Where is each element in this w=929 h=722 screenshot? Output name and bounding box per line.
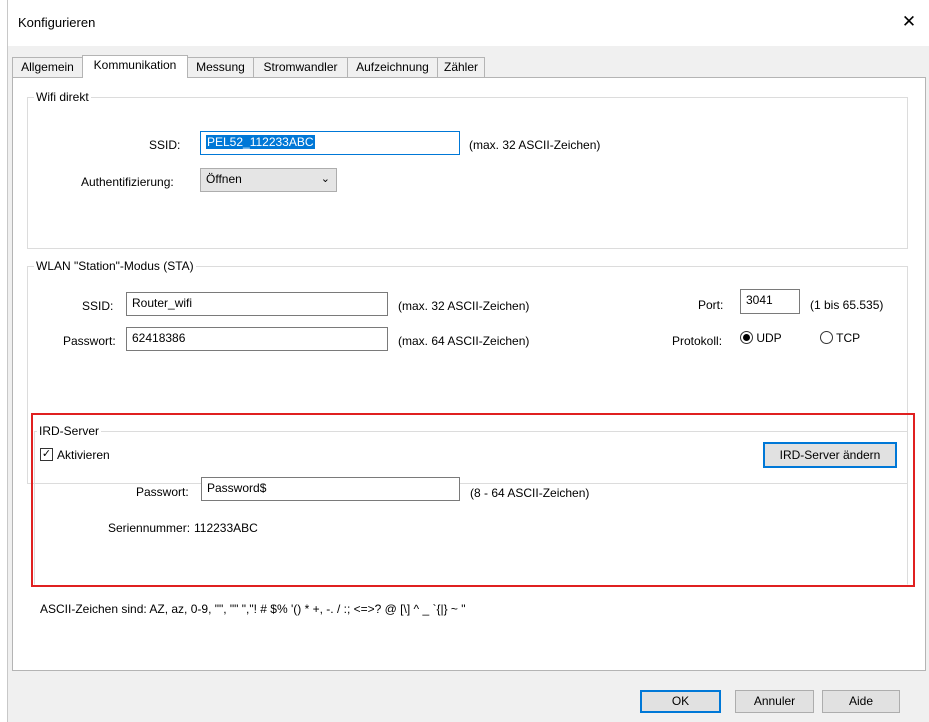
port-input[interactable]: 3041 <box>740 289 800 314</box>
radio-unselected-icon <box>820 331 833 344</box>
ird-password-input[interactable]: Password$ <box>201 477 460 501</box>
protocol-label: Protokoll: <box>672 334 723 348</box>
chevron-down-icon: ⌄ <box>320 173 330 185</box>
tcp-label: TCP <box>836 331 861 345</box>
auth-value: Öffnen <box>206 172 242 186</box>
sta-password-label: Passwort: <box>63 334 116 348</box>
close-icon[interactable]: ✕ <box>894 8 924 36</box>
serial-label: Seriennummer: <box>108 521 191 535</box>
port-hint: (1 bis 65.535) <box>810 298 884 312</box>
tab-panel-kommunikation: Wifi direkt SSID: PEL52_112233ABC (max. … <box>12 77 926 671</box>
cancel-button[interactable]: Annuler <box>735 690 814 713</box>
ascii-note: ASCII-Zeichen sind: AZ, az, 0-9, "", "" … <box>40 602 466 616</box>
ssid-selected-text: PEL52_112233ABC <box>206 135 315 149</box>
sta-ssid-input[interactable]: Router_wifi <box>126 292 388 316</box>
ird-password-hint: (8 - 64 ASCII-Zeichen) <box>470 486 590 500</box>
udp-label: UDP <box>756 331 782 345</box>
ssid-hint: (max. 32 ASCII-Zeichen) <box>469 138 601 152</box>
protocol-tcp-radio[interactable]: TCP <box>820 331 860 345</box>
sta-ssid-hint: (max. 32 ASCII-Zeichen) <box>398 299 530 313</box>
wifi-direct-group: Wifi direkt <box>27 90 908 249</box>
sta-password-hint: (max. 64 ASCII-Zeichen) <box>398 334 530 348</box>
group-label: Wifi direkt <box>34 90 91 104</box>
title-bar: Konfigurieren ✕ <box>8 0 929 46</box>
ird-server-change-button[interactable]: IRD-Server ändern <box>763 442 897 468</box>
auth-label: Authentifizierung: <box>81 175 174 189</box>
tab-stromwandler[interactable]: Stromwandler <box>253 57 348 77</box>
group-label: WLAN "Station"-Modus (STA) <box>34 259 196 273</box>
tab-messung[interactable]: Messung <box>187 57 254 77</box>
protocol-udp-radio[interactable]: UDP <box>740 331 782 345</box>
tab-kommunikation[interactable]: Kommunikation <box>82 55 188 78</box>
ssid-label: SSID: <box>149 138 181 152</box>
ird-password-label: Passwort: <box>136 485 189 499</box>
help-button[interactable]: Aide <box>822 690 900 713</box>
configure-dialog: Konfigurieren ✕ Allgemein Kommunikation … <box>7 0 929 722</box>
ok-button[interactable]: OK <box>640 690 721 713</box>
tab-zaehler[interactable]: Zähler <box>437 57 485 77</box>
tab-aufzeichnung[interactable]: Aufzeichnung <box>347 57 438 77</box>
port-label: Port: <box>698 298 724 312</box>
wifi-direct-ssid-input[interactable]: PEL52_112233ABC <box>200 131 460 155</box>
group-label: IRD-Server <box>37 424 102 438</box>
tab-allgemein[interactable]: Allgemein <box>12 57 83 77</box>
serial-value: 112233ABC <box>194 521 258 535</box>
auth-dropdown[interactable]: Öffnen ⌄ <box>200 168 337 192</box>
activate-checkbox[interactable]: ✓ <box>40 448 53 461</box>
sta-ssid-label: SSID: <box>82 299 114 313</box>
activate-label: Aktivieren <box>57 448 110 462</box>
radio-selected-icon <box>740 331 753 344</box>
window-title: Konfigurieren <box>18 15 96 30</box>
sta-password-input[interactable]: 62418386 <box>126 327 388 351</box>
